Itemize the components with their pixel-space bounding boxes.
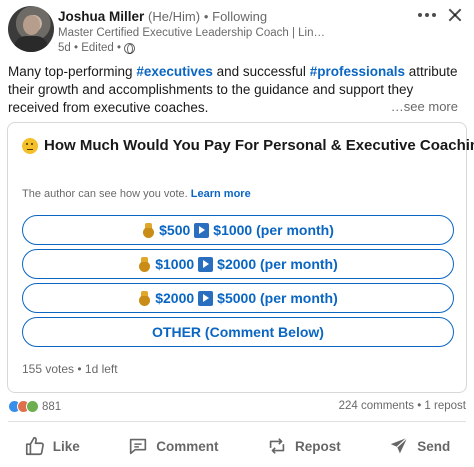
hashtag-executives[interactable]: #executives — [136, 64, 213, 79]
author-name-line: Joshua Miller (He/Him) • Following — [58, 9, 267, 24]
poll-note-text: The author can see how you vote. — [22, 188, 188, 200]
poll-question: How Much Would You Pay For Personal & Ex… — [22, 137, 474, 154]
support-reaction-icon — [26, 400, 39, 413]
option-from: $500 — [159, 222, 191, 238]
send-button[interactable]: Send — [388, 435, 450, 457]
separator: • — [203, 9, 209, 24]
poll-card: How Much Would You Pay For Personal & Ex… — [7, 122, 474, 393]
avatar-face — [23, 15, 40, 35]
reaction-count: 881 — [42, 400, 62, 413]
author-avatar[interactable] — [8, 6, 54, 52]
learn-more-link[interactable]: Learn more — [191, 188, 251, 200]
money-bag-icon — [138, 256, 151, 272]
poll-question-text: How Much Would You Pay For Personal & Ex… — [44, 137, 474, 154]
author-name[interactable]: Joshua Miller — [58, 9, 144, 24]
send-icon — [390, 437, 408, 454]
poll-option-2[interactable]: $1000 $2000 (per month) — [22, 249, 454, 279]
post-meta: 5d • Edited • — [58, 42, 136, 54]
poll-option-1[interactable]: $500 $1000 (per month) — [22, 215, 454, 245]
action-bar: Like Comment Repost Send — [0, 426, 474, 466]
like-label: Like — [52, 438, 80, 454]
comment-icon — [130, 438, 147, 455]
follow-status: Following — [212, 9, 268, 24]
option-from: $2000 — [155, 290, 195, 306]
option-label: OTHER (Comment Below) — [152, 324, 324, 340]
option-to: $1000 (per month) — [213, 222, 334, 238]
post-timestamp: 5d • Edited • — [58, 42, 122, 54]
poll-option-3[interactable]: $2000 $5000 (per month) — [22, 283, 454, 313]
comment-button[interactable]: Comment — [127, 435, 219, 457]
hashtag-professionals[interactable]: #professionals — [310, 64, 405, 79]
money-bag-icon — [142, 222, 155, 238]
money-bag-icon — [138, 290, 151, 306]
poll-option-4[interactable]: OTHER (Comment Below) — [22, 317, 454, 347]
poll-footer: 155 votes • 1d left — [22, 362, 118, 376]
author-headline: Master Certified Executive Leadership Co… — [58, 27, 328, 39]
option-from: $1000 — [155, 256, 195, 272]
divider — [8, 421, 466, 422]
see-more-link[interactable]: …see more — [386, 99, 458, 114]
thinking-face-icon — [22, 137, 38, 154]
avatar-shirt — [14, 36, 48, 52]
comment-label: Comment — [156, 438, 219, 454]
reactions[interactable]: 881 — [8, 400, 61, 413]
poll-privacy-note: The author can see how you vote. Learn m… — [22, 188, 251, 200]
send-label: Send — [417, 438, 451, 454]
close-icon[interactable] — [447, 7, 463, 23]
option-to: $5000 (per month) — [217, 290, 338, 306]
repost-label: Repost — [294, 438, 341, 454]
post-text-segment: and successful — [212, 64, 310, 79]
play-icon — [198, 290, 214, 306]
more-options-icon[interactable] — [418, 8, 438, 22]
globe-icon — [124, 42, 136, 54]
thumbs-up-icon — [25, 436, 44, 456]
repost-button[interactable]: Repost — [266, 435, 341, 457]
repost-icon — [269, 438, 285, 454]
play-icon — [194, 222, 210, 238]
post-header: Joshua Miller (He/Him) • Following Maste… — [0, 0, 474, 60]
like-button[interactable]: Like — [24, 435, 80, 457]
author-pronouns: (He/Him) — [148, 9, 201, 24]
social-counts: 881 224 comments • 1 repost — [8, 400, 466, 416]
option-to: $2000 (per month) — [217, 256, 338, 272]
post-text-segment: Many top-performing — [8, 64, 137, 79]
comments-reposts-count[interactable]: 224 comments • 1 repost — [339, 400, 466, 412]
play-icon — [198, 256, 214, 272]
